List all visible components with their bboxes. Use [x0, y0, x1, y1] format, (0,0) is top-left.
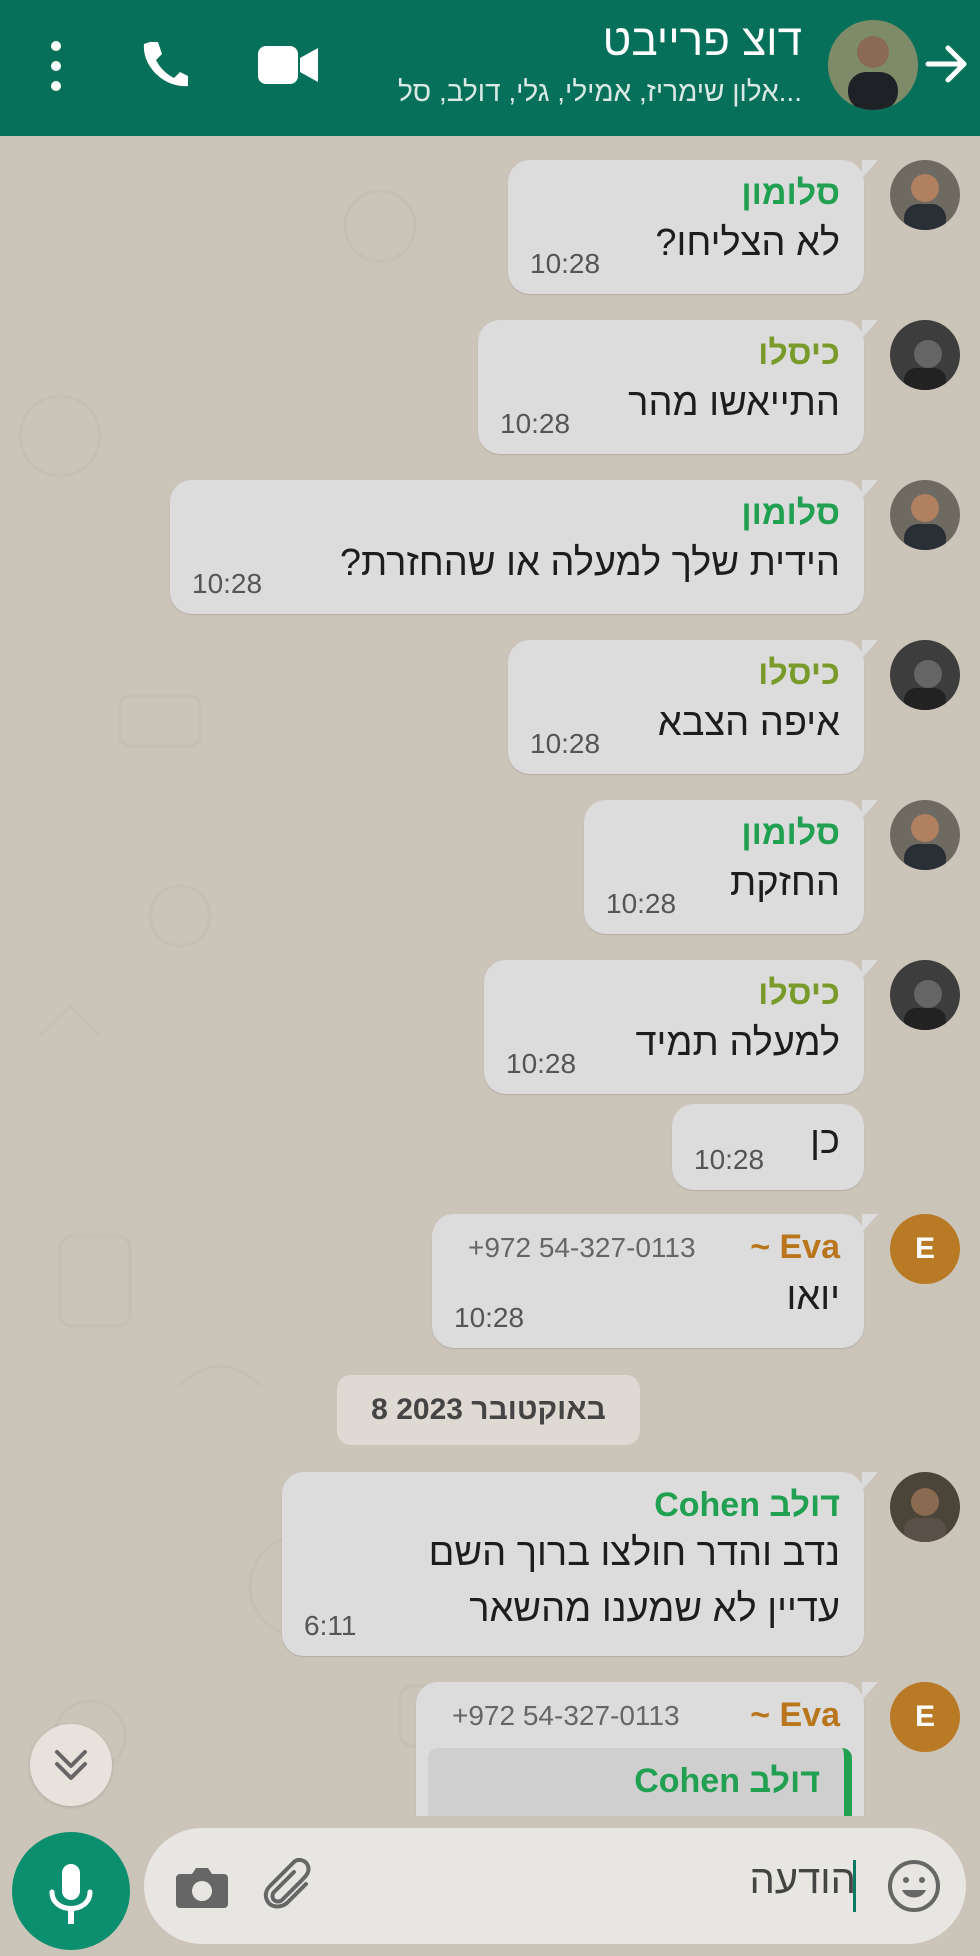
emoji-icon[interactable]	[886, 1858, 942, 1914]
text-caret	[853, 1860, 856, 1912]
sender-name: דולב Cohen	[654, 1486, 840, 1524]
message-bubble[interactable]: סלומון לא הצליחו? 10:28	[508, 160, 878, 294]
message-text: כן	[810, 1120, 840, 1162]
message-time: 10:28	[500, 408, 571, 439]
video-call-icon[interactable]	[256, 40, 320, 90]
message-bubble[interactable]: ~ Eva +972 54-327-0113 יואו 10:28	[432, 1214, 878, 1348]
sender-name: כיסלו	[758, 974, 840, 1012]
message-bubble[interactable]: כיסלו למעלה תמיד 10:28	[484, 960, 878, 1094]
message-text: יואו	[786, 1276, 840, 1318]
sender-name: ~ Eva	[750, 1228, 840, 1266]
sender-phone: +972 54-327-0113	[468, 1232, 696, 1263]
quoted-message[interactable]: דולב Cohen	[428, 1748, 852, 1816]
chat-participants[interactable]: אלון שימריז, אמילי, גלי, דולב, סל...	[398, 76, 802, 108]
message-time: 10:28	[606, 888, 677, 919]
date-separator: 8 באוקטובר 2023	[337, 1375, 640, 1445]
message-time: 10:28	[454, 1302, 525, 1333]
sender-name: כיסלו	[758, 654, 840, 692]
avatar-eva[interactable]: E	[890, 1214, 960, 1284]
sender-name: סלומון	[741, 174, 840, 212]
more-vert-icon[interactable]	[48, 40, 64, 92]
sender-phone: +972 54-327-0113	[452, 1700, 680, 1731]
message-bubble[interactable]: סלומון החזקת 10:28	[584, 800, 878, 934]
sender-name: ~ Eva	[750, 1696, 840, 1734]
attach-icon[interactable]	[262, 1858, 322, 1918]
avatar-kislo[interactable]	[890, 320, 960, 390]
sender-name: סלומון	[741, 814, 840, 852]
avatar-kislo[interactable]	[890, 640, 960, 710]
message-text: לא הצליחו?	[655, 222, 840, 264]
scroll-to-bottom-button[interactable]	[30, 1724, 112, 1806]
sender-name: כיסלו	[758, 334, 840, 372]
message-bubble[interactable]: כיסלו התייאשו מהר 10:28	[478, 320, 878, 454]
camera-icon[interactable]	[174, 1862, 230, 1910]
avatar-dolev[interactable]	[890, 1472, 960, 1542]
message-time: 10:28	[192, 568, 263, 599]
voice-message-button[interactable]	[12, 1832, 130, 1950]
back-arrow-icon[interactable]	[918, 36, 974, 92]
mic-icon	[49, 1864, 93, 1924]
message-bubble[interactable]: דולב Cohen נדב והדר חולצו ברוך השם עדיין…	[282, 1472, 878, 1656]
message-time: 10:28	[530, 248, 601, 279]
message-time: 10:28	[506, 1048, 577, 1079]
sender-name: סלומון	[741, 494, 840, 532]
message-bubble[interactable]: סלומון הידית שלך למעלה או שהחזרת? 10:28	[170, 480, 878, 614]
avatar-eva[interactable]: E	[890, 1682, 960, 1752]
chevrons-down-icon	[55, 1750, 87, 1780]
message-bubble[interactable]: ~ Eva +972 54-327-0113 דולב Cohen	[416, 1682, 878, 1816]
quoted-sender: דולב Cohen	[634, 1762, 820, 1800]
phone-icon[interactable]	[138, 38, 190, 90]
message-input[interactable]: הודעה	[144, 1828, 966, 1944]
message-time: 6:11	[304, 1610, 357, 1641]
avatar-solomon[interactable]	[890, 480, 960, 550]
message-text-line1: נדב והדר חולצו ברוך השם	[428, 1532, 840, 1574]
message-text: התייאשו מהר	[628, 382, 840, 424]
message-text-line2: עדיין לא שמענו מהשאר	[469, 1588, 840, 1630]
chat-title[interactable]: דוצ פרייבט	[603, 16, 802, 66]
message-time: 10:28	[694, 1144, 765, 1175]
message-bubble[interactable]: כיסלו איפה הצבא 10:28	[508, 640, 878, 774]
message-text: החזקת	[729, 862, 840, 904]
composer-bar: הודעה	[0, 1816, 980, 1956]
message-time: 10:28	[530, 728, 601, 759]
message-text: הידית שלך למעלה או שהחזרת?	[339, 542, 840, 584]
message-input-placeholder: הודעה	[749, 1858, 856, 1902]
avatar-solomon[interactable]	[890, 800, 960, 870]
message-text: למעלה תמיד	[635, 1022, 840, 1064]
avatar-solomon[interactable]	[890, 160, 960, 230]
avatar-kislo[interactable]	[890, 960, 960, 1030]
group-avatar[interactable]	[828, 20, 918, 110]
chat-header: דוצ פרייבט אלון שימריז, אמילי, גלי, דולב…	[0, 0, 980, 136]
message-bubble[interactable]: כן 10:28	[672, 1104, 864, 1190]
message-text: איפה הצבא	[657, 702, 840, 744]
